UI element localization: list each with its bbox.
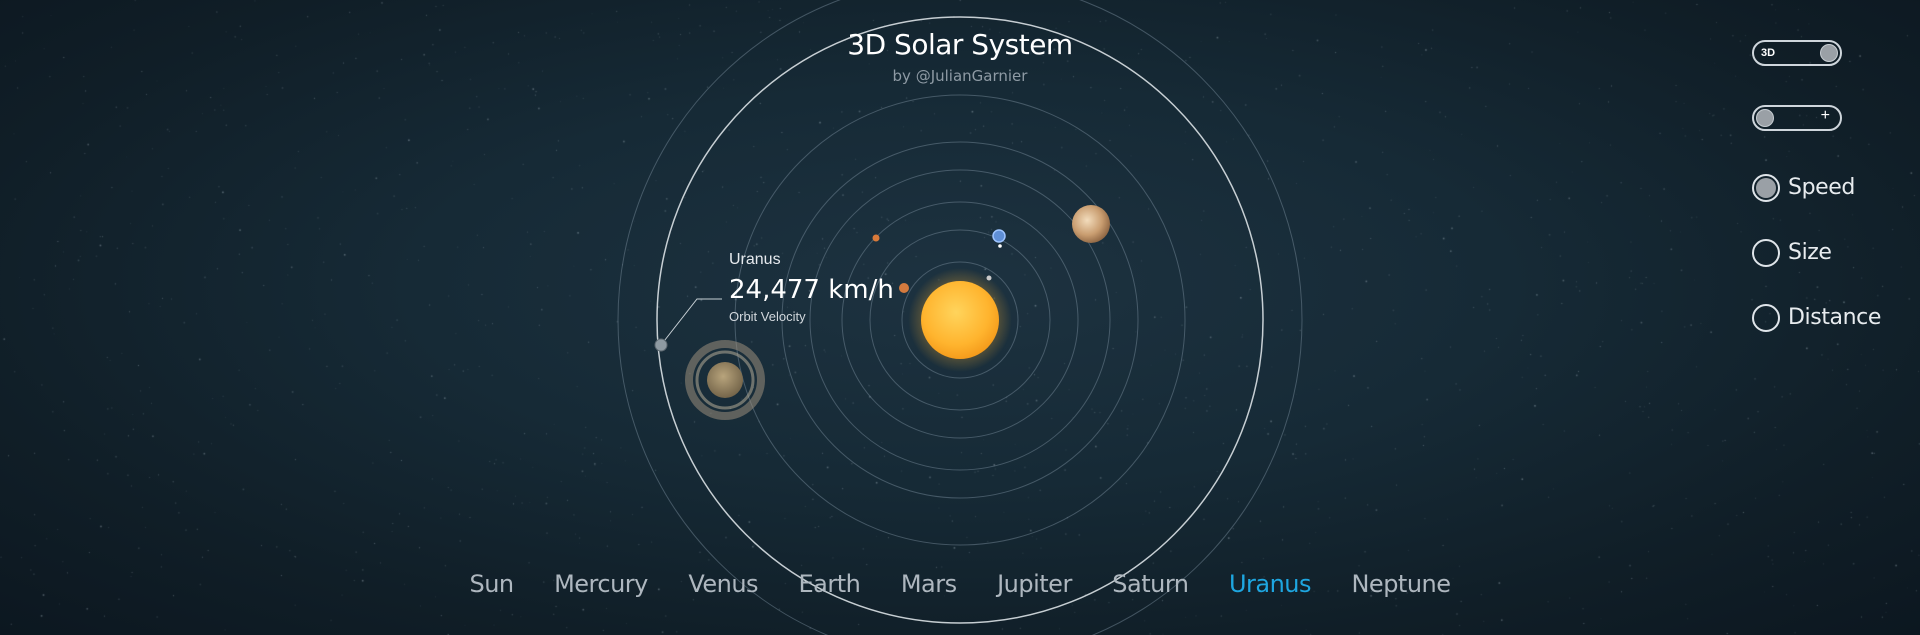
- radio-selected-dot: [1756, 177, 1776, 198]
- nav-item-sun[interactable]: Sun: [469, 570, 514, 598]
- planet-venus[interactable]: [899, 283, 909, 293]
- nav-item-neptune[interactable]: Neptune: [1351, 570, 1451, 598]
- mode-distance-label: Distance: [1788, 305, 1881, 330]
- solar-system-view[interactable]: [0, 0, 1920, 635]
- planet-mars[interactable]: [872, 234, 880, 242]
- nav-item-venus[interactable]: Venus: [688, 570, 758, 598]
- mode-size-label: Size: [1788, 240, 1832, 265]
- sun[interactable]: [921, 281, 999, 359]
- nav-item-saturn[interactable]: Saturn: [1112, 570, 1189, 598]
- mode-distance-radio[interactable]: Distance: [1752, 300, 1881, 335]
- toggle-3d-label: 3D: [1761, 47, 1776, 59]
- planet-name: Uranus: [729, 251, 781, 268]
- planet-saturn[interactable]: [685, 340, 765, 420]
- zoom-toggle[interactable]: +: [1752, 105, 1842, 131]
- info-leader-line: [660, 298, 722, 346]
- moon: [998, 244, 1002, 248]
- planet-stat-value: 24,477 km/h: [729, 275, 894, 305]
- nav-item-jupiter[interactable]: Jupiter: [997, 570, 1072, 598]
- page-title: 3D Solar System: [847, 28, 1073, 61]
- view-3d-toggle[interactable]: 3D: [1752, 40, 1842, 66]
- toggle-knob[interactable]: [1820, 44, 1838, 62]
- mode-size-radio[interactable]: Size: [1752, 235, 1881, 270]
- planet-nav: Sun Mercury Venus Earth Mars Jupiter Sat…: [0, 570, 1920, 598]
- radio-ring[interactable]: [1752, 303, 1780, 332]
- nav-item-mercury[interactable]: Mercury: [554, 570, 648, 598]
- planet-jupiter[interactable]: [1072, 205, 1110, 243]
- toggle-knob[interactable]: [1756, 109, 1774, 127]
- plus-icon: +: [1820, 107, 1830, 124]
- planet-mercury[interactable]: [986, 275, 992, 281]
- header: 3D Solar System by @JulianGarnier: [0, 28, 1920, 85]
- planet-info-panel: Uranus 24,477 km/h Orbit Velocity: [729, 251, 894, 324]
- radio-ring[interactable]: [1752, 238, 1780, 267]
- mode-speed-radio[interactable]: Speed: [1752, 170, 1881, 205]
- planet-uranus[interactable]: [654, 338, 668, 352]
- radio-ring[interactable]: [1752, 173, 1780, 202]
- author-credit: by @JulianGarnier: [892, 67, 1028, 85]
- control-panel: 3D + Speed Size Distance: [1752, 40, 1881, 365]
- planet-earth[interactable]: [992, 229, 1006, 243]
- mode-speed-label: Speed: [1788, 175, 1855, 200]
- nav-item-earth[interactable]: Earth: [799, 570, 861, 598]
- planet-stat-label: Orbit Velocity: [729, 309, 806, 324]
- nav-item-uranus[interactable]: Uranus: [1229, 570, 1312, 598]
- nav-item-mars[interactable]: Mars: [901, 570, 957, 598]
